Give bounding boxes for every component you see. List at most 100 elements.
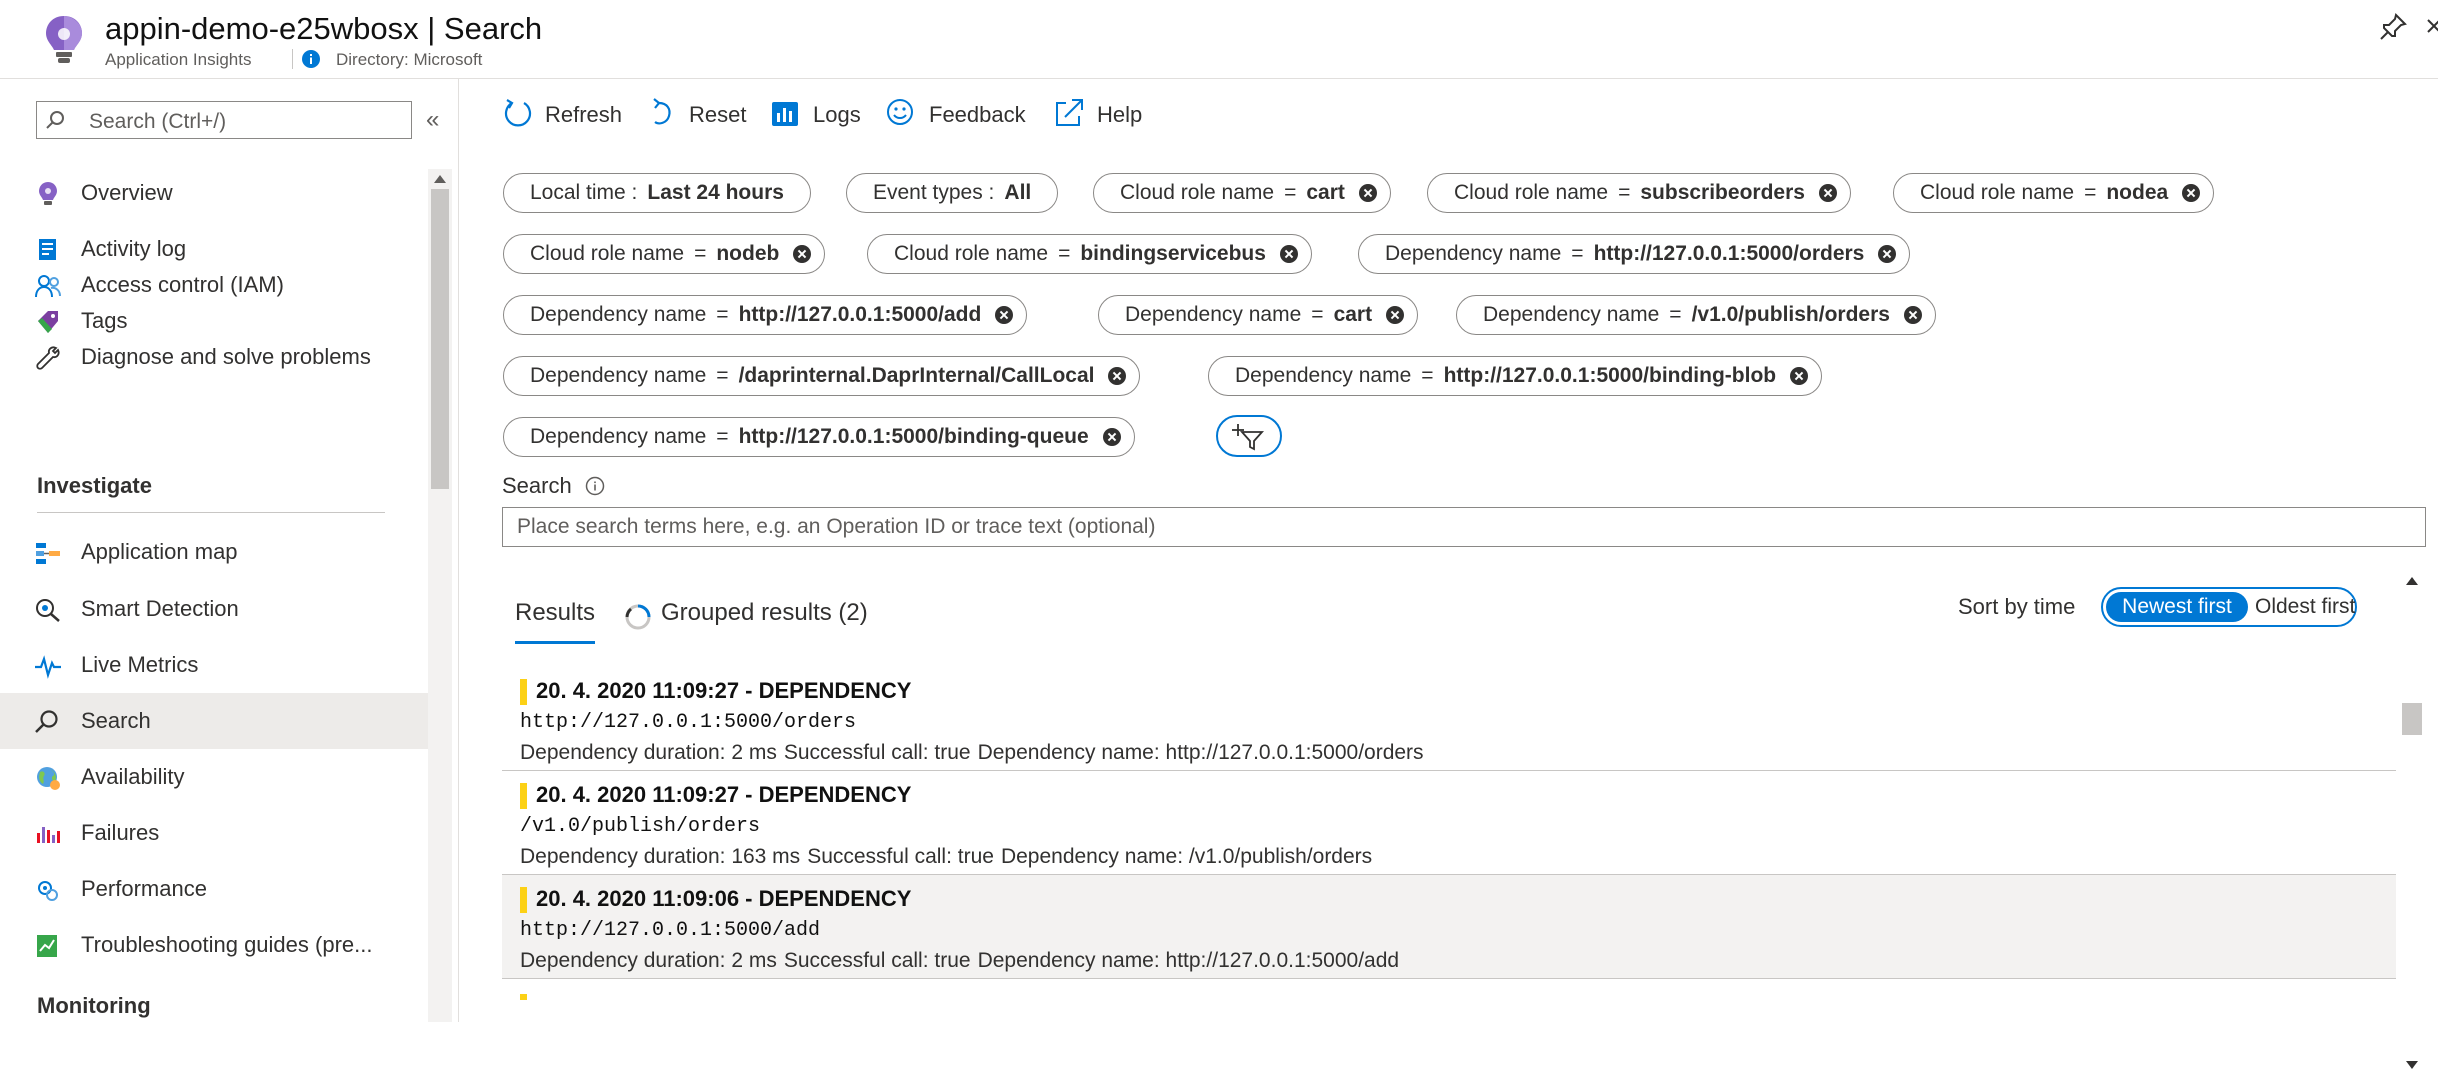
remove-filter-icon[interactable] (1108, 367, 1127, 385)
time-range-filter[interactable]: Local time : Last 24 hours (503, 173, 811, 213)
filter-chip[interactable]: Dependency name = cart (1098, 295, 1419, 335)
remove-filter-icon[interactable] (1102, 428, 1121, 446)
filter-chip[interactable]: Dependency name = /daprinternal.DaprIntern… (503, 356, 1141, 396)
sidebar-item-diagnose[interactable]: Diagnose and solve problems (0, 329, 428, 385)
sidebar-item-troubleshooting[interactable]: Troubleshooting guides (pre... (0, 917, 428, 973)
filter-value: http://127.0.0.1:5000/orders (1593, 242, 1865, 265)
dependency-marker (520, 887, 527, 913)
sidebar-item-application-map[interactable]: Application map (0, 524, 428, 580)
filter-chip[interactable]: Cloud role name = bindingservicebus (867, 234, 1312, 274)
help-button[interactable]: Help (1053, 97, 1153, 137)
filter-operator: = (694, 242, 707, 265)
external-link-icon (1056, 99, 1083, 126)
result-row[interactable]: 20. 4. 2020 11:09:06 - DEPENDENCY http:/… (502, 875, 2396, 979)
filter-operator: = (716, 364, 729, 387)
search-input[interactable] (502, 507, 2426, 547)
reset-button[interactable]: Reset (645, 97, 747, 137)
filter-key: Dependency name (1235, 364, 1412, 387)
remove-filter-icon[interactable] (1818, 184, 1837, 202)
resource-menu: Search (Ctrl+/) « Overview Activity log (0, 79, 459, 1022)
app-map-icon (36, 543, 60, 564)
sort-newest-first[interactable]: Newest first (2106, 592, 2248, 622)
filter-value: http://127.0.0.1:5000/binding-blob (1443, 364, 1777, 387)
dependency-name-text: Dependency name: http://127.0.0.1:5000/o… (977, 741, 1424, 764)
remove-filter-icon[interactable] (1790, 367, 1809, 385)
filter-key: Cloud role name (1920, 181, 2075, 204)
filter-key: Cloud role name (894, 242, 1049, 265)
filter-chip[interactable]: Cloud role name = subscribeorders (1427, 173, 1851, 213)
remove-filter-icon[interactable] (995, 306, 1014, 324)
feedback-label: Feedback (929, 102, 1026, 127)
result-row[interactable]: 20. 4. 2020 11:09:27 - DEPENDENCY http:/… (502, 667, 2396, 771)
filter-key: Event types : (873, 181, 995, 204)
sidebar-item-label: Diagnose and solve problems (81, 344, 371, 369)
directory-label: Directory: Microsoft (336, 50, 483, 69)
scroll-down-icon[interactable] (2406, 1061, 2418, 1069)
filter-chip[interactable]: Dependency name = http://127.0.0.1:5000/ad… (503, 295, 1028, 335)
sidebar-item-smart-detection[interactable]: Smart Detection (0, 581, 428, 637)
scroll-thumb[interactable] (431, 189, 449, 489)
filter-key: Dependency name (530, 364, 707, 387)
add-filter-button[interactable] (1216, 415, 1282, 457)
remove-filter-icon[interactable] (1878, 245, 1897, 263)
sidebar-item-performance[interactable]: Performance (0, 861, 428, 917)
reset-label: Reset (689, 102, 747, 127)
menu-scrollbar[interactable] (428, 169, 452, 1022)
reset-icon (653, 98, 671, 125)
filter-operator: = (1618, 181, 1631, 204)
filter-value: subscribeorders (1640, 181, 1805, 204)
search-icon (35, 710, 58, 733)
sidebar-item-live-metrics[interactable]: Live Metrics (0, 637, 428, 693)
filter-value: bindingservicebus (1080, 242, 1266, 265)
sidebar-item-overview[interactable]: Overview (0, 165, 428, 221)
remove-filter-icon[interactable] (1903, 306, 1922, 324)
filter-value: cart (1306, 181, 1345, 204)
sidebar-item-search[interactable]: Search (0, 693, 428, 749)
remove-filter-icon[interactable] (1358, 184, 1377, 202)
duration-text: Dependency duration: 2 ms (520, 949, 777, 972)
filter-chip[interactable]: Cloud role name = cart (1093, 173, 1391, 213)
sidebar-item-label: Troubleshooting guides (pre... (81, 932, 373, 957)
filter-chip[interactable]: Dependency name = http://127.0.0.1:5000/bi… (1208, 356, 1823, 396)
results-scrollbar[interactable] (2399, 569, 2426, 1069)
wrench-icon (36, 346, 60, 370)
page-header: appin-demo-e25wbosx | Search Application… (0, 0, 2438, 79)
info-icon[interactable] (302, 50, 320, 68)
collapse-menu-button[interactable]: « (426, 107, 446, 133)
filter-value: http://127.0.0.1:5000/binding-queue (738, 425, 1089, 448)
close-icon[interactable] (2426, 12, 2438, 42)
remove-filter-icon[interactable] (1279, 245, 1298, 263)
refresh-icon (504, 99, 532, 127)
pin-icon[interactable] (2378, 12, 2408, 42)
feedback-button[interactable]: Feedback (885, 97, 1026, 137)
menu-search-input[interactable]: Search (Ctrl+/) (36, 101, 412, 139)
sidebar-item-availability[interactable]: Availability (0, 749, 428, 805)
filter-chip[interactable]: Cloud role name = nodeb (503, 234, 826, 274)
filter-operator: = (716, 425, 729, 448)
info-icon[interactable] (585, 476, 605, 496)
result-header: 20. 4. 2020 11:09:27 - DEPENDENCY (536, 782, 912, 807)
scroll-up-icon[interactable] (2406, 577, 2418, 585)
result-details: Dependency duration: 163 ms Successful ca… (520, 845, 1379, 869)
filter-chip[interactable]: Dependency name = /v1.0/publish/orders (1456, 295, 1936, 335)
sort-toggle[interactable]: Newest first Oldest first (2101, 587, 2357, 627)
event-types-filter[interactable]: Event types : All (846, 173, 1059, 213)
remove-filter-icon[interactable] (793, 245, 812, 263)
filter-chip[interactable]: Cloud role name = nodea (1893, 173, 2215, 213)
sort-label: Sort by time (1958, 594, 2076, 619)
scroll-up-icon[interactable] (434, 175, 446, 183)
remove-filter-icon[interactable] (2182, 184, 2201, 202)
header-divider (292, 49, 293, 69)
filter-chip[interactable]: Dependency name = http://127.0.0.1:5000/or… (1358, 234, 1911, 274)
sort-oldest-first[interactable]: Oldest first (2255, 592, 2355, 622)
result-row[interactable]: 20. 4. 2020 11:09:27 - DEPENDENCY /v1.0/… (502, 771, 2396, 875)
resource-type: Application Insights (105, 50, 252, 69)
remove-filter-icon[interactable] (1386, 306, 1405, 324)
filter-chip[interactable]: Dependency name = http://127.0.0.1:5000/bi… (503, 417, 1135, 457)
tab-grouped-results[interactable]: Grouped results (2) (661, 599, 881, 643)
sidebar-item-failures[interactable]: Failures (0, 805, 428, 861)
refresh-button[interactable]: Refresh (501, 97, 622, 137)
logs-button[interactable]: Logs (769, 97, 869, 137)
tab-results[interactable]: Results (515, 599, 595, 644)
scroll-thumb[interactable] (2402, 703, 2422, 735)
